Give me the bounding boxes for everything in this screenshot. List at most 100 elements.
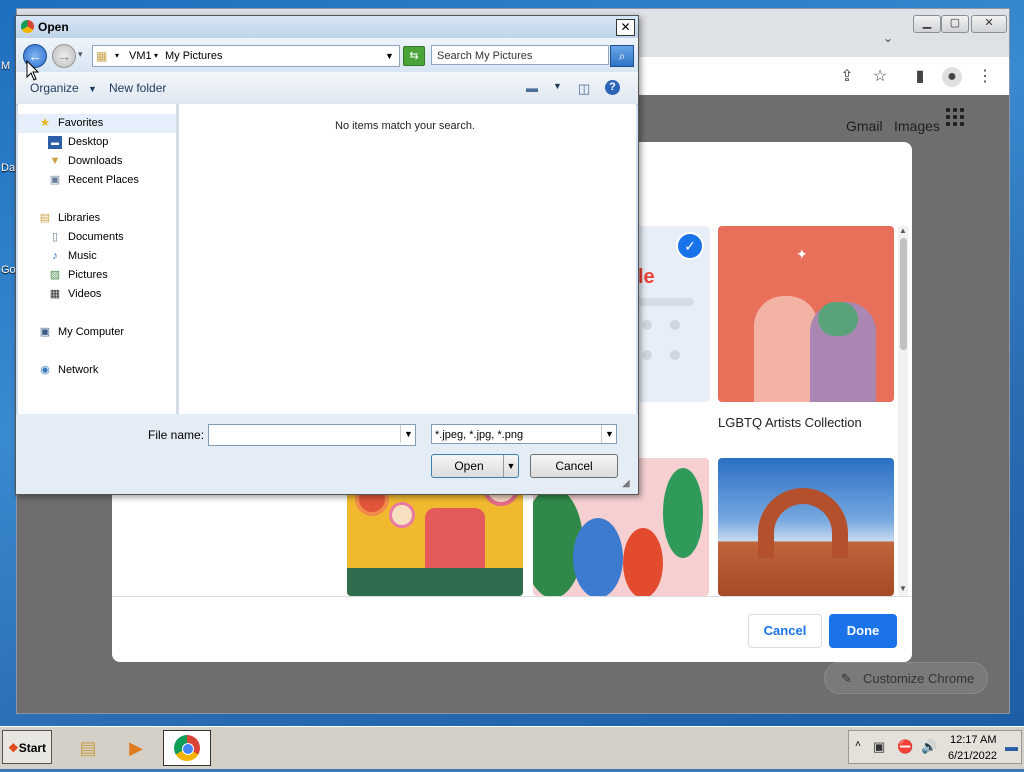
breadcrumb-folder[interactable]: My Pictures [165,46,222,66]
file-type-select[interactable]: *.jpeg, *.jpg, *.png [431,424,617,444]
chrome-taskbar-button[interactable] [163,730,211,766]
nav-item-recent-places[interactable]: ▣ Recent Places [18,171,176,190]
nav-label: Favorites [58,117,104,129]
classic-shortcut-shape [642,350,652,360]
dialog-titlebar[interactable]: Open ✕ [16,16,638,38]
done-button[interactable]: Done [829,614,897,648]
new-folder-button[interactable]: New folder [109,81,166,95]
dialog-navbar: ← → ▾ ▦ ▾ VM1 ▾ My Pictures ▼ ⇆ Search M… [16,38,638,72]
nav-item-desktop[interactable]: ▬ Desktop [18,133,176,152]
breadcrumb-root[interactable]: VM1 [129,46,152,66]
chevron-down-icon: ▼ [88,84,97,94]
desktop-label[interactable]: Da [1,162,15,174]
preview-pane-icon[interactable]: ◫ [578,81,590,97]
network-tray-icon[interactable]: ▣ [873,739,885,755]
open-split-dropdown-icon[interactable]: ▼ [503,455,518,477]
view-icon[interactable]: ▬ [526,81,538,95]
nav-item-libraries[interactable]: ▤ Libraries [18,209,176,228]
collection-label: LGBTQ Artists Collection [718,415,862,430]
close-window-button[interactable]: ✕ [971,15,1007,33]
illustration-figure [754,296,818,402]
background-tile-lgbtq-artists[interactable]: ✦ [718,226,894,402]
clock-date[interactable]: 6/21/2022 [948,750,997,762]
nav-label: Pictures [68,269,108,281]
sidepanel-icon[interactable]: ▮ [910,67,930,87]
nav-item-my-computer[interactable]: ▣ My Computer [18,323,176,342]
classic-shortcut-shape [670,350,680,360]
chrome-icon [174,735,200,761]
search-icon[interactable]: ⌕ [610,45,634,67]
start-label: Start [18,741,47,755]
customize-chrome-label: Customize Chrome [863,671,975,686]
nav-item-pictures[interactable]: ▨ Pictures [18,266,176,285]
background-tile-arch[interactable] [718,458,894,596]
search-input[interactable]: Search My Pictures [431,45,609,65]
nav-item-music[interactable]: ♪ Music [18,247,176,266]
cancel-button[interactable]: Cancel [748,614,822,648]
scroll-up-icon[interactable]: ▲ [899,226,907,235]
illustration-flower [389,502,415,528]
classic-logo-fragment: le [638,266,655,288]
illustration-leaf [663,468,703,558]
videos-icon: ▦ [49,288,61,300]
menu-icon[interactable]: ⋮ [975,67,995,87]
nav-item-favorites[interactable]: ★ Favorites [18,114,176,133]
sparkle-icon: ✦ [796,246,808,262]
nav-item-downloads[interactable]: ▼ Downloads [18,152,176,171]
dialog-body: ★ Favorites ▬ Desktop ▼ Downloads ▣ Rece… [18,104,636,414]
organize-button[interactable]: Organize ▼ [30,81,97,95]
illustration-arch [758,488,848,558]
dialog-cancel-button[interactable]: Cancel [530,454,618,478]
file-name-dropdown-icon[interactable]: ▼ [400,425,416,443]
refresh-icon[interactable]: ⇆ [403,46,425,66]
nav-label: Network [58,364,99,376]
windows-logo-icon: ❖ [7,741,19,755]
resize-grip-icon[interactable]: ◢ [622,478,630,489]
selected-check-icon: ✓ [676,232,704,260]
file-type-dropdown-icon[interactable]: ▼ [601,425,617,443]
address-bar[interactable]: ▦ ▾ VM1 ▾ My Pictures ▼ [92,45,400,67]
recent-pages-chevron-icon[interactable]: ▾ [78,49,83,60]
star-icon: ★ [40,117,50,129]
start-button[interactable]: ❖Start [2,730,52,764]
nav-item-videos[interactable]: ▦ Videos [18,285,176,304]
maximize-button[interactable]: ▢ [941,15,969,33]
gmail-link[interactable]: Gmail [846,118,883,134]
address-dropdown-icon[interactable]: ▼ [385,46,394,66]
pencil-icon: ✎ [841,671,852,686]
nav-item-network[interactable]: ◉ Network [18,361,176,380]
images-link[interactable]: Images [894,118,940,134]
show-hidden-icons-chevron[interactable]: ˄ [855,739,861,750]
illustration-hair [818,302,858,336]
scroll-down-icon[interactable]: ▼ [899,584,907,593]
tab-search-chevron-icon[interactable]: ⌄ [883,31,893,45]
close-icon[interactable]: ✕ [616,19,635,36]
file-name-input[interactable] [208,424,416,446]
chevron-down-icon[interactable]: ▾ [154,46,158,66]
view-dropdown-icon[interactable]: ▼ [553,81,562,91]
scrollbar-thumb[interactable] [900,238,907,350]
forward-arrow-icon[interactable]: → [52,44,76,68]
share-icon[interactable]: ⇪ [837,67,857,87]
nav-item-documents[interactable]: ▯ Documents [18,228,176,247]
folder-icon: ▦ [96,49,108,63]
minimize-button[interactable]: ▁ [913,15,941,33]
help-icon[interactable]: ? [605,80,620,95]
divider [112,596,912,597]
classic-shortcut-shape [642,320,652,330]
show-desktop-icon[interactable]: ▬ [1005,739,1018,754]
media-player-icon[interactable]: ▶ [112,730,160,766]
apps-grid-icon[interactable] [946,108,964,126]
customize-chrome-button[interactable]: ✎ Customize Chrome [824,662,988,694]
star-icon[interactable]: ☆ [870,67,890,87]
security-tray-icon[interactable]: ⛔ [897,739,913,755]
volume-icon[interactable]: 🔊 [921,739,937,755]
chevron-down-icon[interactable]: ▾ [115,46,119,66]
desktop-label[interactable]: Go [1,264,16,276]
desktop-label[interactable]: M [1,60,10,72]
classic-searchbar-shape [636,298,694,306]
profile-icon[interactable]: ● [942,67,962,87]
file-explorer-icon[interactable]: ▤ [64,730,112,766]
clock-time[interactable]: 12:17 AM [950,734,996,746]
organize-label: Organize [30,81,79,95]
